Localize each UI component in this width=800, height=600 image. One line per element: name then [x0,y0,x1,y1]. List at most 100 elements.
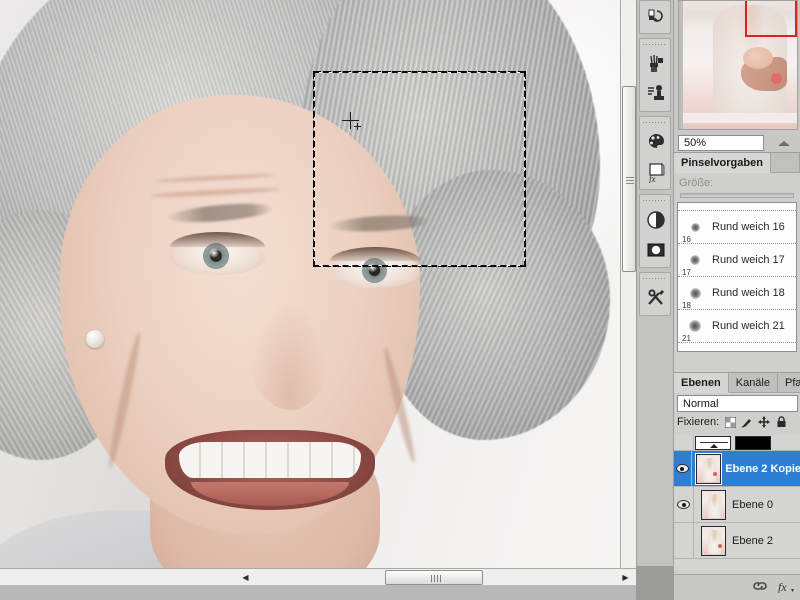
brush-size-slider[interactable] [680,193,794,198]
layer-visibility-toggle[interactable] [674,435,694,450]
lock-label: Fixieren: [677,416,720,428]
layer-name: Ebene 2 [732,534,773,547]
brush-row[interactable]: 16 Rund weich 16 [678,211,796,244]
navigator-thumbnail[interactable] [678,0,798,130]
brush-preview-icon: 21 [678,310,712,343]
brush-size-number: 16 [682,234,691,244]
vertical-scrollbar-thumb[interactable] [622,86,636,272]
lock-transparency-icon[interactable] [724,416,736,428]
dock-group-brushes [639,38,671,112]
photo-earring [86,330,104,348]
dock-group-tool-presets [639,272,671,316]
tool-presets-icon[interactable] [640,283,671,313]
layer-visibility-toggle[interactable] [674,523,694,558]
navigator-panel: 50% [673,0,800,155]
brush-label: Rund weich 21 [712,320,785,332]
navigator-zoom-slider[interactable] [778,140,790,146]
scroll-right-arrow-icon[interactable]: ▶ [618,570,633,585]
blend-mode-select[interactable]: Normal [677,395,798,412]
tab-kanaele[interactable]: Kanäle [728,373,778,393]
lock-image-pixels-icon[interactable] [741,416,753,428]
layer-visibility-toggle[interactable] [674,451,692,486]
brush-row[interactable]: 18 Rund weich 18 [678,277,796,310]
brush-panel-tab-filler [770,153,800,173]
layer-name: Ebene 2 Kopie [725,462,800,475]
dock-group-color: fx [639,116,671,190]
table-row[interactable]: Ebene 2 [674,523,800,559]
layers-panel-footer: fx [674,574,800,600]
marquee-selection[interactable] [313,71,526,267]
brush-preview-icon: 16 [678,211,712,244]
table-row[interactable]: Ebene 0 [674,487,800,523]
layer-mask-thumbnail[interactable] [735,436,771,450]
blend-mode-row: Normal [674,393,800,412]
navigator-zoom-field[interactable]: 50% [678,135,764,151]
lock-controls-row: Fixieren: [674,412,800,432]
document-canvas[interactable] [0,0,636,568]
brush-preview-icon: 17 [678,244,712,277]
horizontal-scrollbar-thumb[interactable] [385,570,483,585]
brush-size-label: Größe: [679,177,714,189]
link-layers-icon[interactable] [752,581,768,594]
layer-name: Ebene 0 [732,498,773,511]
eye-icon[interactable] [677,500,690,509]
navigator-view-box[interactable] [745,1,797,37]
brush-preview-icon: 18 [678,277,712,310]
history-icon[interactable] [640,1,671,31]
brush-panel-tabs: Pinselvorgaben [674,153,800,173]
crosshair-cursor-icon [342,112,361,130]
adjustment-layer-icon [695,436,731,450]
lock-all-icon[interactable] [775,416,787,428]
brush-size-number: 18 [682,300,691,310]
masks-icon[interactable] [640,235,671,265]
layers-panel-tabs: Ebenen Kanäle Pfade [674,373,800,393]
dock-grip[interactable] [643,275,667,282]
brush-label: Rund weich 16 [712,221,785,233]
dock-group-adjustments [639,194,671,268]
layer-thumbnail[interactable] [694,525,732,556]
clone-source-icon[interactable] [640,79,671,109]
color-palette-icon[interactable] [640,127,671,157]
dock-group-history [639,0,671,34]
layer-list[interactable]: Ebene 2 Kopie Ebene 0 Ebene 2 [674,435,800,570]
adjustments-icon[interactable] [640,205,671,235]
layer-visibility-toggle[interactable] [674,487,694,522]
layer-thumbnail-image [694,452,722,485]
layer-thumbnail[interactable] [694,436,732,450]
layer-thumbnail-image [700,525,726,556]
layer-thumbnail-image [700,489,726,520]
brush-size-number: 17 [682,267,691,277]
dock-grip[interactable] [643,119,667,126]
brush-icon[interactable] [640,49,671,79]
photoshop-window: % Dok: 22,3 MB/82,1 MB ◀ ▶ [0,0,800,600]
tab-pfade[interactable]: Pfade [778,373,800,393]
canvas-horizontal-scrollbar[interactable]: ◀ ▶ [0,568,636,585]
dock-grip[interactable] [643,41,667,48]
lock-position-icon[interactable] [758,416,771,428]
svg-text:fx: fx [649,174,656,183]
navigator-foreground-strip [683,113,797,123]
layer-thumbnail[interactable] [694,489,732,520]
layer-thumbnail[interactable] [692,452,725,485]
scroll-left-arrow-icon[interactable]: ◀ [238,570,253,585]
table-row[interactable] [674,435,800,451]
dock-strip-footer [637,566,674,600]
dock-grip[interactable] [643,197,667,204]
canvas-vertical-scrollbar[interactable] [620,0,636,568]
tab-ebenen[interactable]: Ebenen [674,373,729,393]
navigator-accent-dot [771,73,782,84]
brush-label: Rund weich 17 [712,254,785,266]
layer-style-fx-icon[interactable]: fx [778,580,795,596]
photo-nose [250,300,330,410]
svg-text:fx: fx [778,580,787,593]
tab-pinselvorgaben[interactable]: Pinselvorgaben [674,153,771,173]
brush-row[interactable]: 17 Rund weich 17 [678,244,796,277]
layers-panel: Ebenen Kanäle Pfade Normal Fixieren: [673,372,800,600]
eye-icon[interactable] [675,464,689,473]
document-image[interactable] [0,0,620,568]
brush-row[interactable]: 21 Rund weich 21 [678,310,796,343]
table-row[interactable]: Ebene 2 Kopie [674,451,800,487]
layer-styles-fx-icon[interactable]: fx [640,157,671,187]
brush-preset-list[interactable]: 14 16 Rund weich 16 17 Rund weich 17 [677,202,797,352]
brush-size-number: 21 [682,333,691,343]
